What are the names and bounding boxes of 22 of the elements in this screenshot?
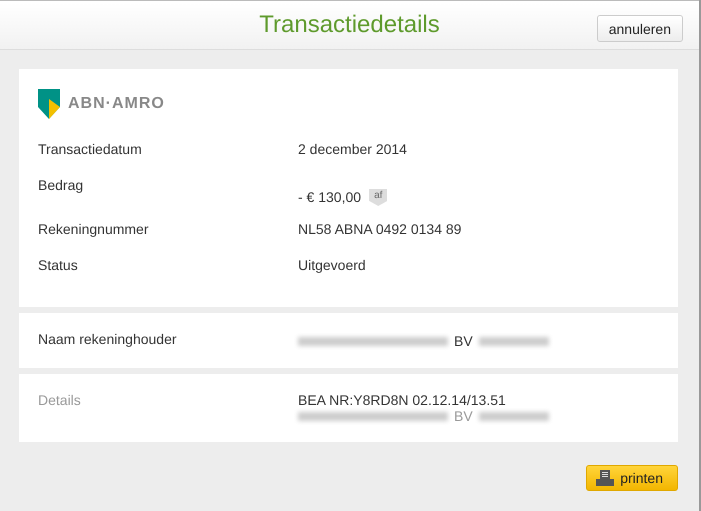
field-label: Bedrag (38, 177, 84, 195)
field-value: BEA NR:Y8RD8N 02.12.14/13.51 (298, 392, 507, 408)
field-value: NL58 ABNA 0492 0134 89 (298, 221, 462, 237)
field-value: BV (454, 333, 473, 349)
field-label: Transactiedatum (38, 141, 143, 159)
field-label: Naam rekeninghouder (38, 331, 178, 349)
debit-tag: af (369, 189, 388, 206)
dialog-title: Transactiedetails (259, 11, 440, 39)
bank-name: ABN·AMRO (68, 95, 165, 113)
shield-logo-icon (38, 89, 60, 119)
field-label: Details (38, 392, 82, 410)
print-button[interactable]: printen (586, 465, 678, 491)
redacted-text (478, 412, 549, 420)
field-value: - € 130,00 (298, 189, 362, 205)
field-value: Uitgevoerd (298, 257, 366, 273)
field-value: 2 december 2014 (298, 141, 407, 157)
cancel-button[interactable]: annuleren (596, 15, 683, 42)
redacted-text (478, 336, 549, 346)
field-label: Rekeningnummer (38, 221, 150, 239)
printer-icon (596, 470, 614, 486)
field-label: Status (38, 257, 79, 275)
field-value: BV (454, 408, 473, 424)
